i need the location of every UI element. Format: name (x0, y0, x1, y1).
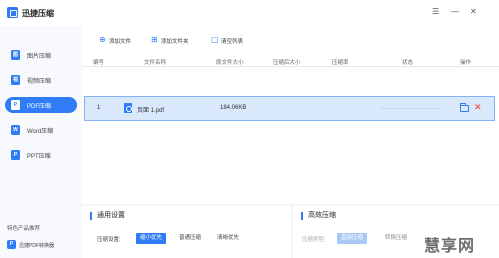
menu-icon[interactable]: ☰ (432, 7, 439, 17)
video-icon: 视 (11, 75, 20, 85)
promo-label: 迅捷PDF转换器 (19, 243, 55, 249)
trash-icon: ▢ (211, 35, 219, 44)
file-name: 页面 1.pdf (137, 108, 165, 114)
open-folder-icon[interactable] (460, 103, 469, 112)
compress-type-label: 压缩类型: (302, 237, 326, 243)
column-header: 操作 (460, 60, 472, 66)
sidebar-item-video[interactable]: 视 视频压缩 (5, 72, 77, 88)
column-header: 原文件大小 (216, 60, 244, 66)
status-progress-bar (381, 108, 439, 109)
sidebar-item-label: 视频压缩 (27, 79, 52, 85)
app-logo-icon (7, 7, 18, 18)
add-folder-label: 添加文件夹 (161, 39, 189, 45)
section-title: 高效压缩 (301, 212, 336, 220)
pdf-converter-icon: P (7, 240, 16, 249)
sidebar-item-image[interactable]: 图 图片压缩 (5, 47, 77, 63)
sidebar-item-label: Word压缩 (27, 129, 54, 135)
option-convert-compress[interactable]: 转换压缩 (381, 233, 411, 244)
watermark: 慧享网 (424, 238, 476, 255)
pdf-icon: P (11, 100, 20, 110)
promo-title: 特色产品推荐 (7, 226, 41, 232)
sidebar-item-label: PPT压缩 (27, 154, 51, 160)
sidebar-item-pdf[interactable]: P PDF压缩 (5, 97, 77, 113)
sidebar-item-label: 图片压缩 (27, 54, 52, 60)
column-header: 文件名称 (144, 60, 167, 66)
original-size: 184.06KB (220, 105, 247, 111)
sidebar-item-word[interactable]: W Word压缩 (5, 122, 77, 138)
option-direct-compress[interactable]: 直接压缩 (337, 233, 368, 244)
row-index: 1 (97, 105, 101, 111)
add-file-icon: ⊕ (99, 35, 106, 44)
image-icon: 图 (11, 50, 20, 60)
option-normal-compress[interactable]: 普通压缩 (175, 233, 205, 244)
sidebar-item-label: PDF压缩 (27, 104, 52, 110)
pdf-file-icon (124, 103, 132, 113)
promo-item-pdf-converter[interactable]: P 迅捷PDF转换器 (7, 240, 81, 250)
delete-icon[interactable]: ✕ (474, 102, 482, 112)
option-shrink-priority[interactable]: 缩小优先 (136, 233, 167, 244)
column-header: 压缩后大小 (273, 60, 301, 66)
add-folder-icon: ⊞ (151, 35, 158, 44)
compress-setting-label: 压缩设置: (97, 237, 121, 243)
column-header: 状态 (402, 60, 414, 66)
app-title: 迅捷压缩 (22, 9, 54, 18)
column-header: 压缩率 (332, 60, 349, 66)
table-row[interactable]: 1 页面 1.pdf 184.06KB ✕ (84, 96, 495, 121)
clear-list-label: 清空列表 (221, 39, 244, 45)
file-list-panel: ⊕ 添加文件 ⊞ 添加文件夹 ▢ 清空列表 编号 文件名称 原文件大小 压缩后大… (82, 26, 499, 204)
section-title: 通用设置 (90, 212, 125, 220)
ppt-icon: P (11, 150, 20, 160)
column-header: 编号 (93, 60, 105, 66)
title-bar: 迅捷压缩 ☰ — ✕ (0, 0, 499, 26)
word-icon: W (11, 125, 20, 135)
option-clarity-priority[interactable]: 清晰优先 (213, 233, 243, 244)
close-icon[interactable]: ✕ (470, 7, 477, 17)
table-header: 编号 文件名称 原文件大小 压缩后大小 压缩率 状态 操作 (82, 55, 499, 67)
sidebar-item-ppt[interactable]: P PPT压缩 (5, 147, 77, 163)
general-settings-panel: 通用设置 压缩设置: 缩小优先 普通压缩 清晰优先 (82, 206, 291, 258)
add-file-label: 添加文件 (109, 39, 132, 45)
minimize-icon[interactable]: — (451, 7, 459, 17)
